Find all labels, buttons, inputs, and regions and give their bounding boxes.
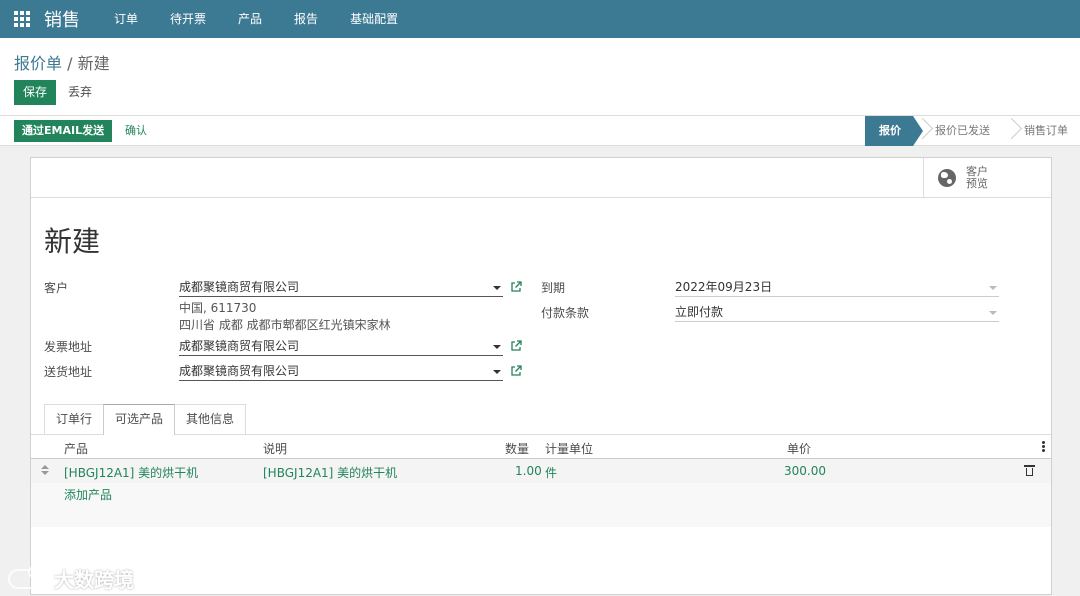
customer-value: 成都聚镜商贸有限公司	[179, 280, 300, 294]
menu-configuration[interactable]: 基础配置	[334, 0, 414, 38]
control-panel: 报价单 / 新建 保存 丢弃	[0, 38, 1080, 116]
expiry-date-field[interactable]: 2022年09月23日	[675, 279, 999, 297]
breadcrumb-quotations-link[interactable]: 报价单	[14, 54, 62, 73]
customer-dropdown-icon[interactable]	[493, 286, 501, 290]
payment-terms-label: 付款条款	[541, 306, 590, 320]
expiry-label: 到期	[541, 281, 566, 295]
row-uom[interactable]: 件	[545, 464, 557, 481]
save-button[interactable]: 保存	[14, 80, 57, 105]
drag-handle-icon[interactable]	[41, 465, 49, 475]
delivery-address-label: 送货地址	[44, 365, 93, 379]
form-sheet: 客户 预览 新建 客户 成都聚镜商贸有限公司 中国, 611730 四川省 成都…	[30, 157, 1052, 595]
expiry-date-value: 2022年09月23日	[675, 280, 773, 294]
menu-orders[interactable]: 订单	[98, 0, 154, 38]
column-description[interactable]: 说明	[263, 440, 287, 457]
invoice-address-label: 发票地址	[44, 340, 93, 354]
breadcrumb-current: 新建	[77, 54, 110, 73]
delivery-address-external-link-icon[interactable]	[510, 365, 522, 377]
watermark-logo-icon	[8, 564, 48, 589]
row-description[interactable]: [HBGJ12A1] 美的烘干机	[263, 464, 397, 481]
column-quantity[interactable]: 数量	[505, 440, 529, 457]
customer-external-link-icon[interactable]	[510, 281, 522, 293]
delete-row-icon[interactable]	[1024, 465, 1035, 476]
row-unit-price[interactable]: 300.00	[784, 464, 826, 478]
customer-preview-label: 客户 预览	[966, 165, 988, 190]
breadcrumb-separator: /	[62, 54, 78, 73]
send-by-email-button[interactable]: 通过EMAIL发送	[14, 120, 113, 142]
column-options-icon[interactable]	[1042, 441, 1045, 453]
column-unit-price[interactable]: 单价	[787, 440, 811, 457]
stage-quotation[interactable]: 报价	[865, 116, 923, 146]
invoice-address-value: 成都聚镜商贸有限公司	[179, 339, 300, 353]
payment-terms-value: 立即付款	[675, 305, 724, 319]
delivery-address-value: 成都聚镜商贸有限公司	[179, 364, 300, 378]
app-title[interactable]: 销售	[44, 6, 80, 32]
row-quantity[interactable]: 1.00	[515, 464, 542, 478]
apps-grid-icon[interactable]	[14, 11, 30, 27]
table-row[interactable]: [HBGJ12A1] 美的烘干机 [HBGJ12A1] 美的烘干机 1.00 件…	[31, 459, 1051, 483]
tab-order-lines[interactable]: 订单行	[44, 404, 105, 434]
column-uom[interactable]: 计量单位	[545, 440, 593, 457]
payment-terms-field[interactable]: 立即付款	[675, 304, 999, 322]
customer-preview-button[interactable]: 客户 预览	[923, 158, 1051, 198]
discard-button[interactable]: 丢弃	[68, 80, 92, 105]
tab-optional-products[interactable]: 可选产品	[103, 404, 176, 435]
watermark: 大数跨境	[8, 564, 134, 593]
confirm-button[interactable]: 确认	[125, 120, 147, 142]
customer-address-line1: 中国, 611730	[179, 301, 257, 315]
watermark-text: 大数跨境	[54, 568, 134, 592]
add-line-row: 添加产品	[31, 483, 1051, 527]
column-product[interactable]: 产品	[64, 440, 88, 457]
sheet-button-box: 客户 预览	[31, 158, 1051, 198]
expiry-date-dropdown-icon[interactable]	[989, 286, 997, 290]
row-product[interactable]: [HBGJ12A1] 美的烘干机	[64, 464, 198, 481]
stage-sales-order[interactable]: 销售订单	[1002, 116, 1080, 146]
payment-terms-dropdown-icon[interactable]	[989, 311, 997, 315]
invoice-address-dropdown-icon[interactable]	[493, 345, 501, 349]
invoice-address-external-link-icon[interactable]	[510, 340, 522, 352]
menu-to-invoice[interactable]: 待开票	[154, 0, 222, 38]
tab-other-info[interactable]: 其他信息	[174, 404, 247, 434]
status-bar: 通过EMAIL发送 确认 报价 报价已发送 销售订单	[0, 116, 1080, 146]
menu-products[interactable]: 产品	[222, 0, 278, 38]
add-product-link[interactable]: 添加产品	[64, 486, 112, 503]
delivery-address-field[interactable]: 成都聚镜商贸有限公司	[179, 363, 503, 381]
record-title: 新建	[44, 225, 101, 258]
notebook-tabs: 订单行 可选产品 其他信息	[44, 404, 247, 435]
delivery-address-dropdown-icon[interactable]	[493, 370, 501, 374]
top-navbar: 销售 订单 待开票 产品 报告 基础配置	[0, 0, 1080, 38]
globe-icon	[938, 169, 956, 187]
invoice-address-field[interactable]: 成都聚镜商贸有限公司	[179, 338, 503, 356]
menu-reporting[interactable]: 报告	[278, 0, 334, 38]
stage-pipeline: 报价 报价已发送 销售订单	[865, 116, 1080, 146]
table-header: 产品 说明 数量 计量单位 单价	[31, 435, 1051, 459]
customer-address-line2: 四川省 成都 成都市郫都区红光镇宋家林	[179, 318, 391, 332]
customer-field[interactable]: 成都聚镜商贸有限公司	[179, 279, 503, 297]
customer-label: 客户	[44, 281, 69, 295]
breadcrumb: 报价单 / 新建	[14, 50, 110, 74]
stage-quotation-sent[interactable]: 报价已发送	[913, 116, 1002, 146]
